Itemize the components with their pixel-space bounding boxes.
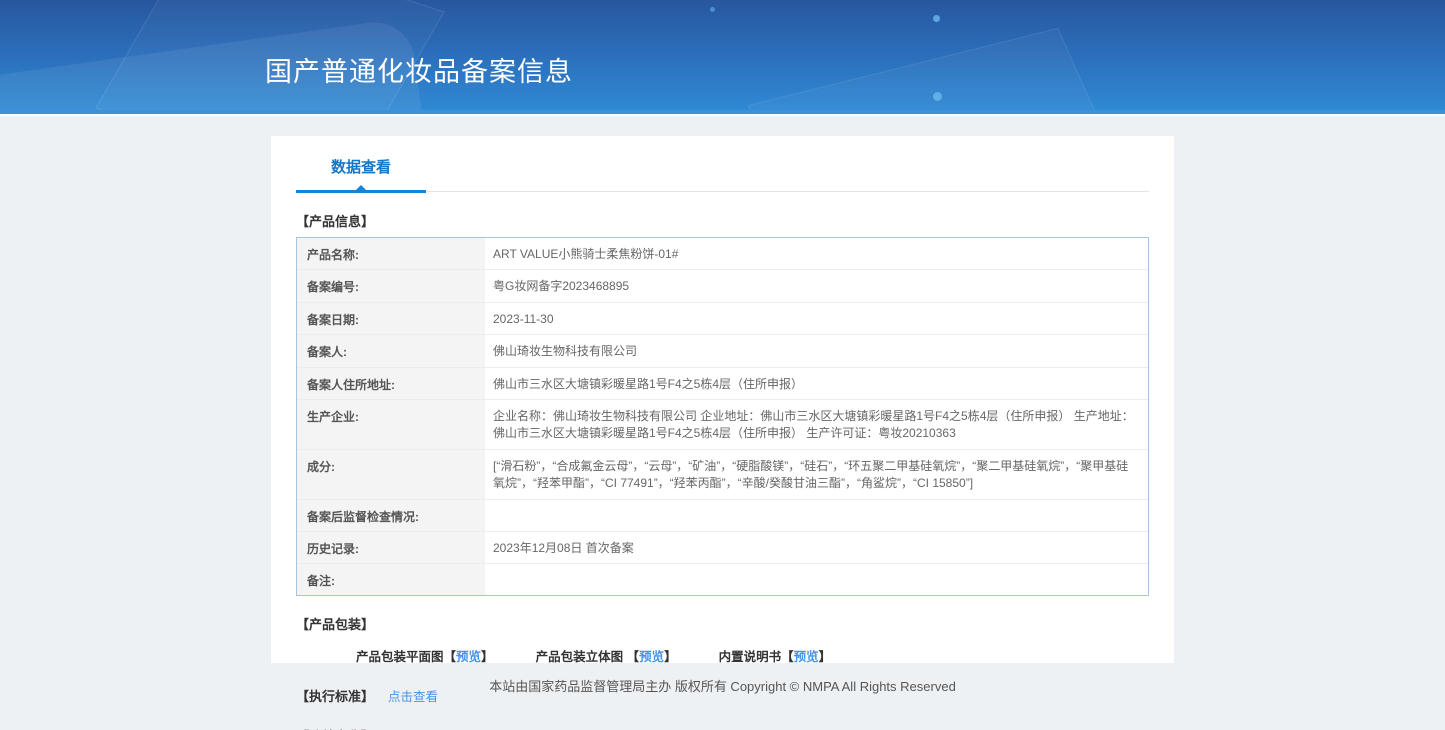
preview-link-manual[interactable]: 预览 [794, 650, 819, 664]
row-label: 备案人住所地址: [297, 367, 485, 399]
bracket-close: 】 [481, 649, 494, 664]
bracket-close: 】 [818, 649, 832, 664]
row-label: 生产企业: [297, 399, 485, 449]
table-row-product-name: 产品名称: ART VALUE小熊骑士柔焦粉饼-01# [297, 238, 1148, 271]
header-decoration-dot [710, 7, 715, 12]
row-value: 企业名称：佛山琦妆生物科技有限公司 企业地址：佛山市三水区大塘镇彩暖星路1号F4… [493, 408, 1134, 441]
table-row-supervision: 备案后监督检查情况: [297, 499, 1148, 532]
row-value: 2023年12月08日 首次备案 [493, 540, 634, 555]
row-value [485, 564, 1148, 595]
table-row-filing-number: 备案编号: 粤G妆网备字2023468895 [297, 270, 1148, 303]
content-card: 数据查看 【产品信息】 产品名称: ART VALUE小熊骑士柔焦粉饼-01# … [271, 136, 1174, 730]
packaging-item-flat-image: 产品包装平面图【预览】 [356, 646, 494, 665]
tab-data-view-label: 数据查看 [330, 159, 391, 176]
section-title-packaging: 【产品包装】 [296, 616, 375, 632]
product-info-table: 产品名称: ART VALUE小熊骑士柔焦粉饼-01# 备案编号: 粤G妆网备字… [296, 237, 1149, 596]
row-label: 产品名称: [297, 238, 485, 270]
row-label: 备案编号: [297, 270, 485, 302]
row-label: 备注: [297, 563, 485, 595]
bracket-open: 【 [443, 649, 457, 664]
standards-view-link[interactable]: 点击查看 [388, 686, 438, 705]
row-value: 佛山市三水区大塘镇彩暖星路1号F4之5栋4层（住所申报） [493, 376, 804, 391]
tab-active-indicator [296, 185, 426, 193]
caret-up-icon [356, 185, 366, 190]
section-title-product-info: 【产品信息】 [296, 214, 375, 229]
packaging-links-row: 产品包装平面图【预览】 产品包装立体图 【预览】 内置说明书【预览】 [356, 646, 1149, 665]
header-decoration-dot [933, 92, 942, 101]
table-row-remarks: 备注: [297, 563, 1148, 595]
row-label: 历史记录: [297, 531, 485, 563]
packaging-item-label: 产品包装平面图 [356, 649, 444, 664]
row-label: 备案日期: [297, 302, 485, 335]
header-decoration-cube [747, 27, 1133, 110]
section-title-efficacy: 【功效宣称】 [296, 726, 374, 730]
bracket-open: 【 [781, 649, 794, 664]
preview-link-3d-image[interactable]: 预览 [639, 650, 664, 664]
row-value: 佛山琦妆生物科技有限公司 [493, 344, 638, 359]
bracket-open: 【 [626, 649, 640, 664]
row-label: 备案后监督检查情况: [297, 499, 485, 531]
header-decoration-dot [933, 15, 940, 22]
row-value [485, 500, 1148, 531]
packaging-item-manual: 内置说明书【预览】 [719, 646, 832, 665]
bracket-close: 】 [664, 649, 677, 664]
row-value: 2023-11-30 [493, 311, 554, 326]
table-row-registrant: 备案人: 佛山琦妆生物科技有限公司 [297, 335, 1148, 368]
efficacy-view-link[interactable]: 点击查看 [388, 726, 438, 730]
row-label: 成分: [297, 449, 485, 499]
section-title-standards: 【执行标准】 [296, 688, 375, 704]
row-value: 粤G妆网备字2023468895 [493, 279, 630, 294]
packaging-item-label: 内置说明书 [718, 649, 782, 664]
packaging-item-3d-image: 产品包装立体图 【预览】 [536, 646, 677, 665]
page-header: 国产普通化妆品备案信息 [0, 0, 1445, 114]
efficacy-row: 【功效宣称】 点击查看 [296, 726, 1149, 730]
row-label: 备案人: [297, 335, 485, 367]
table-row-filing-date: 备案日期: 2023-11-30 [297, 302, 1148, 336]
table-row-manufacturer: 生产企业: 企业名称：佛山琦妆生物科技有限公司 企业地址：佛山市三水区大塘镇彩暖… [297, 399, 1148, 450]
table-row-ingredients: 成分: [“滑石粉”，“合成氟金云母”，“云母”，“矿油”，“硬脂酸镁”，“硅石… [297, 449, 1148, 500]
footer-copyright: 本站由国家药品监督管理局主办 版权所有 Copyright © NMPA All… [489, 679, 956, 694]
table-row-history: 历史记录: 2023年12月08日 首次备案 [297, 531, 1148, 564]
page-title: 国产普通化妆品备案信息 [265, 57, 573, 87]
packaging-item-label: 产品包装立体图 [535, 649, 627, 664]
row-value: ART VALUE小熊骑士柔焦粉饼-01# [493, 247, 679, 261]
tab-bar: 数据查看 [296, 144, 1149, 193]
tab-data-view[interactable]: 数据查看 [296, 151, 426, 193]
table-row-registrant-address: 备案人住所地址: 佛山市三水区大塘镇彩暖星路1号F4之5栋4层（住所申报） [297, 367, 1148, 400]
preview-link-flat-image[interactable]: 预览 [456, 650, 481, 664]
row-value: [“滑石粉”，“合成氟金云母”，“云母”，“矿油”，“硬脂酸镁”，“硅石”，“环… [493, 458, 1129, 491]
